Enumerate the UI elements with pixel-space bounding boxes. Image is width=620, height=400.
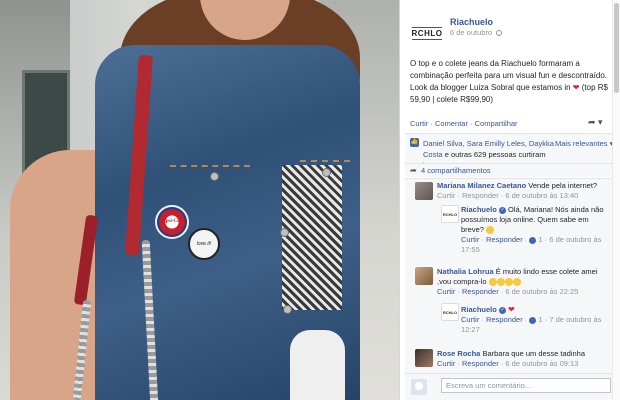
pocket-seam-left bbox=[170, 165, 250, 167]
avatar[interactable]: RCHLO bbox=[441, 205, 459, 223]
post-sidebar: RCHLO Riachuelo 6 de outubro O top e o c… bbox=[399, 0, 620, 400]
globe-icon bbox=[496, 30, 503, 37]
scrollbar[interactable] bbox=[612, 0, 620, 400]
shares-count[interactable]: 4 compartilhamentos bbox=[421, 166, 491, 175]
post-photo[interactable]: Pepsi-Cola love it! bbox=[0, 0, 399, 400]
post-actions: Curtir · Comentar · Compartilhar bbox=[410, 119, 518, 128]
likes-summary: 👍 Daniel Silva, Sara Emilly Leles, Daykk… bbox=[405, 133, 616, 170]
comment-author[interactable]: Mariana Milanez Caetano bbox=[437, 181, 526, 190]
comment-reply-link[interactable]: Responder bbox=[462, 359, 499, 368]
comment-like-link[interactable]: Curtir bbox=[437, 359, 455, 368]
white-skirt bbox=[290, 330, 345, 400]
page-name-link[interactable]: Riachuelo bbox=[450, 17, 493, 27]
vest-button bbox=[210, 172, 219, 181]
comment-like-count: 1 bbox=[538, 315, 543, 324]
comment-reply-link[interactable]: Responder bbox=[486, 315, 523, 324]
page-avatar[interactable]: RCHLO bbox=[410, 16, 444, 50]
avatar[interactable] bbox=[415, 349, 433, 367]
like-count-icon bbox=[529, 316, 537, 324]
post-date-text: 6 de outubro bbox=[450, 28, 493, 37]
reply-item: Riachuelo ✓ ❤ Curtir · Responder · 1 · 7… bbox=[461, 305, 602, 334]
comment-author[interactable]: Riachuelo bbox=[461, 305, 497, 314]
verified-badge-icon: ✓ bbox=[498, 206, 506, 214]
avatar[interactable]: RCHLO bbox=[441, 303, 459, 321]
heart-icon: ❤ bbox=[572, 83, 580, 92]
verified-badge-icon: ✓ bbox=[498, 306, 506, 314]
thumbs-up-icon: 👍 bbox=[410, 138, 419, 147]
post-header: RCHLO Riachuelo 6 de outubro bbox=[400, 0, 620, 60]
pin-text: Pepsi-Cola bbox=[160, 219, 184, 224]
comment-meta[interactable]: Curtir · Responder · 6 de outubro às 13:… bbox=[437, 191, 578, 200]
comment-text: Vende pela internet? bbox=[528, 181, 598, 190]
comment-input[interactable] bbox=[441, 378, 611, 393]
comment-author[interactable]: Nathalia Lohrua bbox=[437, 267, 494, 276]
heart-eyes-emoji-icon bbox=[488, 278, 497, 287]
scrollbar-thumb[interactable] bbox=[614, 3, 619, 93]
share-button[interactable]: Compartilhar bbox=[475, 119, 518, 128]
avatar[interactable] bbox=[415, 182, 433, 200]
comment-date[interactable]: 6 de outubro às 09:13 bbox=[505, 359, 578, 368]
pin-text: love it! bbox=[196, 241, 212, 247]
comment-like-link[interactable]: Curtir bbox=[461, 315, 479, 324]
heart-eyes-emoji-icon bbox=[496, 278, 505, 287]
user-avatar bbox=[411, 379, 427, 395]
sort-label: Mais relevantes bbox=[555, 139, 608, 148]
comment-date[interactable]: 6 de outubro às 22:25 bbox=[505, 287, 578, 296]
comment-item: Mariana Milanez Caetano Vende pela inter… bbox=[437, 181, 612, 201]
like-count-icon bbox=[529, 236, 537, 244]
heart-eyes-emoji-icon bbox=[512, 278, 521, 287]
vest-button bbox=[280, 228, 289, 237]
share-icon: ➦ bbox=[410, 166, 417, 175]
comment-button[interactable]: Comentar bbox=[435, 119, 468, 128]
reply-item: Riachuelo ✓ Olá, Mariana! Nós ainda não … bbox=[461, 205, 604, 254]
pocket-seam-right bbox=[300, 160, 350, 162]
comment-like-link[interactable]: Curtir bbox=[461, 235, 479, 244]
love-it-pin: love it! bbox=[188, 228, 220, 260]
vest-button bbox=[283, 305, 292, 314]
like-button[interactable]: Curtir bbox=[410, 119, 428, 128]
pepsi-pin: Pepsi-Cola bbox=[155, 205, 189, 239]
vest-button bbox=[322, 168, 331, 177]
comment-reply-link[interactable]: Responder bbox=[486, 235, 523, 244]
comment-like-link[interactable]: Curtir bbox=[437, 287, 455, 296]
heart-eyes-emoji-icon bbox=[504, 278, 513, 287]
comment-composer bbox=[405, 373, 616, 400]
comment-author[interactable]: Riachuelo bbox=[461, 205, 497, 214]
post-timestamp[interactable]: 6 de outubro bbox=[450, 28, 503, 37]
sort-comments-dropdown[interactable]: Mais relevantes ▾ bbox=[555, 139, 613, 148]
comment-author[interactable]: Rose Rocha bbox=[437, 349, 480, 358]
avatar[interactable] bbox=[415, 267, 433, 285]
comment-item: Rose Rocha Barbara que um desse tadinha … bbox=[437, 349, 586, 368]
comments-list: Mariana Milanez Caetano Vende pela inter… bbox=[405, 178, 616, 373]
comment-item: Nathalia Lohrua É muito lindo esse colet… bbox=[437, 267, 598, 296]
comment-text: Barbara que um desse tadinha bbox=[482, 349, 586, 358]
share-options-icon[interactable]: ➦ ▾ bbox=[588, 117, 603, 128]
heart-icon: ❤ bbox=[508, 305, 515, 314]
smile-emoji-icon bbox=[486, 226, 495, 235]
comment-reply-link[interactable]: Responder bbox=[462, 287, 499, 296]
logo-text: RCHLO bbox=[411, 26, 443, 40]
comment-like-count: 1 bbox=[538, 235, 543, 244]
checkered-top bbox=[282, 165, 342, 310]
likes-names[interactable]: Daniel Silva, Sara Emilly Leles, bbox=[423, 139, 527, 148]
post-caption: O top e o colete jeans da Riachuelo form… bbox=[410, 58, 615, 106]
shares-row[interactable]: ➦ 4 compartilhamentos bbox=[405, 163, 616, 177]
